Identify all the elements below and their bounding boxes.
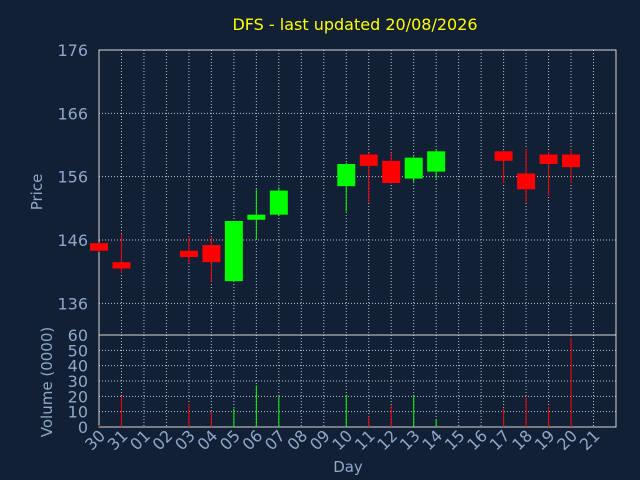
candle-body bbox=[224, 221, 243, 282]
price-tick-label: 146 bbox=[57, 231, 88, 250]
price-tick-label: 136 bbox=[57, 294, 88, 313]
candle-body bbox=[179, 250, 198, 258]
volume-tick-label: 60 bbox=[68, 326, 88, 345]
candle-body bbox=[112, 262, 131, 269]
candle-body bbox=[382, 160, 401, 183]
price-tick-label: 156 bbox=[57, 168, 88, 187]
candle-body bbox=[247, 214, 266, 220]
price-ticks: 136 146 156 166 176 bbox=[57, 41, 88, 313]
candle-body bbox=[562, 154, 581, 168]
volume-grid bbox=[99, 334, 616, 428]
candle-body bbox=[539, 154, 558, 164]
candle-body bbox=[427, 151, 446, 172]
chart-title: DFS - last updated 20/08/2026 bbox=[232, 15, 477, 34]
candle-body bbox=[517, 173, 536, 190]
candle-body bbox=[404, 157, 423, 179]
price-tick-label: 176 bbox=[57, 41, 88, 60]
price-grid bbox=[99, 49, 616, 335]
volume-bars bbox=[98, 338, 572, 427]
chart-container: DFS - last updated 20/08/2026 136 146 156 1… bbox=[0, 0, 640, 480]
price-axis-label: Price bbox=[28, 174, 46, 211]
candle-body bbox=[494, 151, 513, 161]
candle-body bbox=[269, 190, 288, 215]
price-tick-label: 166 bbox=[57, 104, 88, 123]
candle-body bbox=[359, 154, 378, 166]
stock-chart: DFS - last updated 20/08/2026 1361461561… bbox=[28, 15, 617, 476]
candles bbox=[90, 148, 581, 282]
volume-ticks: 0102030405060 bbox=[68, 326, 88, 437]
candle-body bbox=[337, 164, 356, 187]
volume-axis-label: Volume (0000) bbox=[38, 327, 56, 437]
candle-body bbox=[202, 245, 221, 263]
x-axis-label: Day bbox=[333, 458, 363, 476]
price-plot-frame bbox=[98, 49, 617, 336]
x-tick-label: 21 bbox=[576, 426, 604, 454]
candle-body bbox=[90, 243, 108, 251]
x-ticks: 3031010203040506070809101112131415161718… bbox=[81, 426, 603, 454]
